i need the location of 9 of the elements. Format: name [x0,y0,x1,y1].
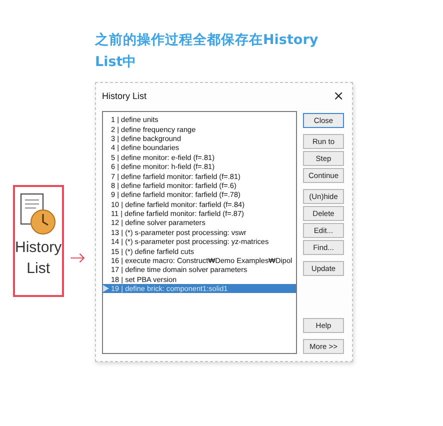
window-title: History List [102,91,147,101]
current-step-icon [103,285,109,292]
close-icon[interactable]: × [333,90,344,102]
button-label: List [26,259,50,279]
arrow-icon [70,251,85,265]
caption: 之前的操作过程全都保存在History List中 [95,31,320,72]
history-clock-icon [18,193,58,237]
button-label: History [15,238,62,258]
history-list-button[interactable]: History List [13,185,64,297]
